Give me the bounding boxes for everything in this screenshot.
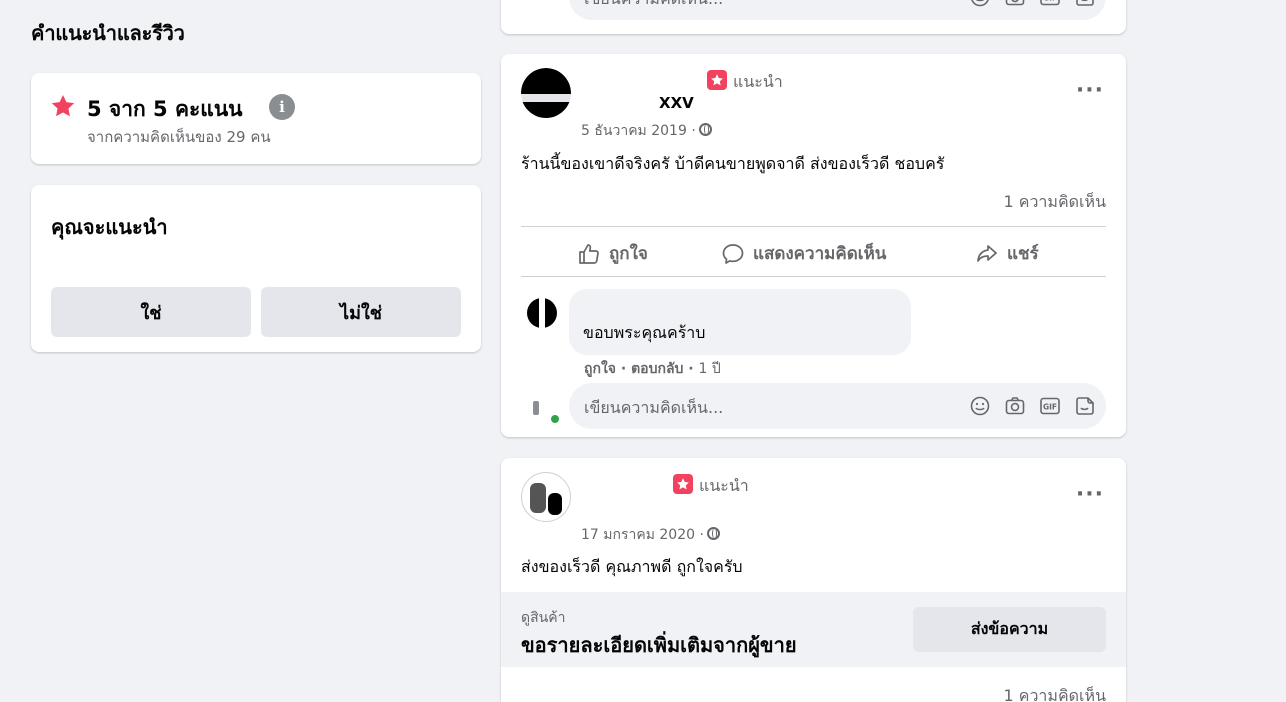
rating-headline: 5 จาก 5 คะแนน <box>87 97 243 121</box>
comment-age[interactable]: 1 ปี <box>699 361 721 377</box>
svg-text:GIF: GIF <box>1043 403 1057 412</box>
more-dots-icon[interactable]: ··· <box>1076 482 1104 507</box>
sticker-icon[interactable] <box>1074 395 1096 417</box>
comment-bubble: ขอบพระคุณคร้าบ <box>569 289 911 355</box>
gif-icon[interactable]: GIF <box>1039 0 1061 8</box>
divider <box>521 226 1106 227</box>
online-status-dot <box>549 413 561 425</box>
comment-bubble-icon <box>722 243 744 264</box>
shop-title: ขอรายละเอียดเพิ่มเติมจากผู้ขาย <box>521 633 797 657</box>
author-suffix: XXV <box>659 94 694 112</box>
comment-input[interactable]: เขียนความคิดเห็น... GIF <box>569 383 1106 429</box>
globe-icon <box>698 123 712 136</box>
share-arrow-icon <box>977 244 997 262</box>
globe-icon <box>706 527 720 540</box>
review-post: แนะนำ XXV 5 ธันวาคม 2019 · ··· ร้านนี้ขอ… <box>501 54 1126 437</box>
shop-label: ดูสินค้า <box>521 610 566 626</box>
comment-input-placeholder: เขียนความคิดเห็น... <box>584 0 723 12</box>
gif-icon[interactable]: GIF <box>1039 395 1061 417</box>
comment-button[interactable]: แสดงความคิดเห็น <box>721 240 886 267</box>
info-icon[interactable]: i <box>269 94 295 120</box>
comment-meta: ถูกใจ · ตอบกลับ · 1 ปี <box>584 361 721 377</box>
recommend-question: คุณจะแนะนำ <box>51 215 168 239</box>
recommend-word: แนะนำ <box>699 476 749 495</box>
author-name[interactable]: แนะนำ <box>581 70 783 95</box>
post-text: ส่งของเร็วดี คุณภาพดี ถูกใจครับ <box>521 557 743 576</box>
section-title: คำแนะนำและรีวิว <box>31 21 185 45</box>
comments-count[interactable]: 1 ความคิดเห็น <box>1003 190 1106 215</box>
comment-input[interactable]: เขียนความคิดเห็น... GIF <box>569 0 1106 20</box>
rating-card: 5 จาก 5 คะแนน i จากความคิดเห็นของ 29 คน <box>31 73 481 164</box>
rating-subtitle: จากความคิดเห็นของ 29 คน <box>87 128 271 146</box>
post-previous: เขียนความคิดเห็น... GIF <box>501 0 1126 34</box>
shop-link-bar[interactable]: ดูสินค้า ขอรายละเอียดเพิ่มเติมจากผู้ขาย … <box>501 592 1126 667</box>
comment-text: ขอบพระคุณคร้าบ <box>583 323 706 342</box>
recommend-badge-icon <box>707 70 727 90</box>
recommend-badge-icon <box>673 474 693 494</box>
more-dots-icon[interactable]: ··· <box>1076 78 1104 103</box>
post-actions: ถูกใจ แสดงความคิดเห็น แชร์ <box>501 240 1126 290</box>
recommend-word: แนะนำ <box>733 72 783 91</box>
comments-count[interactable]: 1 ความคิดเห็น <box>1003 684 1106 702</box>
post-date[interactable]: 17 มกราคม 2020 · <box>581 524 720 546</box>
post-date[interactable]: 5 ธันวาคม 2019 · <box>581 120 712 142</box>
send-message-button[interactable]: ส่งข้อความ <box>913 607 1106 652</box>
review-post: แนะนำ 17 มกราคม 2020 · ··· ส่งของเร็วดี … <box>501 458 1126 702</box>
comment-avatar[interactable] <box>523 294 561 332</box>
share-button[interactable]: แชร์ <box>975 240 1039 267</box>
author-name[interactable]: แนะนำ <box>581 474 749 499</box>
like-button[interactable]: ถูกใจ <box>577 240 648 267</box>
recommend-card: คุณจะแนะนำ ใช่ ไม่ใช่ <box>31 185 481 352</box>
comment-author[interactable] <box>583 297 783 313</box>
avatar[interactable] <box>521 472 571 522</box>
post-text: ร้านนี้ของเขาดีจริงครั บ้าดีคนขายพูดจาดี… <box>521 154 945 173</box>
comment-input-placeholder: เขียนความคิดเห็น... <box>584 398 724 417</box>
thumbs-up-icon <box>579 243 599 264</box>
avatar[interactable] <box>521 68 571 118</box>
svg-text:GIF: GIF <box>1043 0 1057 3</box>
camera-icon[interactable] <box>1004 0 1026 8</box>
camera-icon[interactable] <box>1004 395 1026 417</box>
emoji-icon[interactable] <box>969 0 991 8</box>
emoji-icon[interactable] <box>969 395 991 417</box>
recommend-yes-button[interactable]: ใช่ <box>51 287 251 337</box>
comment-reply-link[interactable]: ตอบกลับ <box>631 361 683 377</box>
sticker-icon[interactable] <box>1074 0 1096 8</box>
recommend-no-button[interactable]: ไม่ใช่ <box>261 287 461 337</box>
divider <box>521 276 1106 277</box>
comment-like-link[interactable]: ถูกใจ <box>584 361 616 377</box>
star-icon <box>51 94 75 117</box>
